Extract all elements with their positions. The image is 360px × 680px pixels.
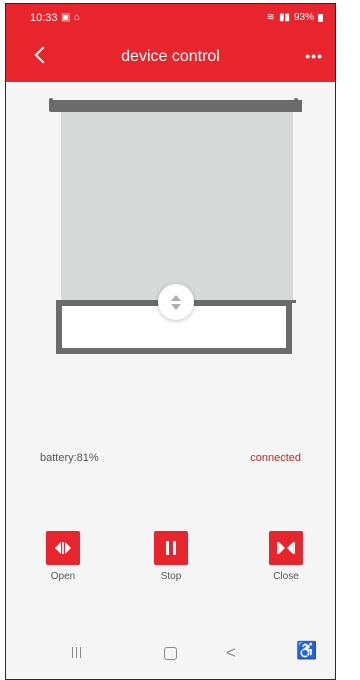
curtain-rod-right-cap [294,98,298,112]
accessibility-icon[interactable]: ♿ [296,641,317,661]
wifi-icon: ≋ [266,12,275,23]
home-button-icon[interactable] [164,647,177,660]
arrow-down-icon [171,303,181,310]
close-curtain-icon [277,542,295,554]
open-control: Open [33,531,93,582]
stop-button[interactable] [154,531,188,565]
connection-status: connected [250,452,301,464]
image-notification-icon: ▣ [61,12,71,23]
battery-percent: 93% [293,12,314,23]
open-label: Open [50,571,76,582]
signal-icon: ▮▮ [278,12,290,23]
nav-back-icon[interactable]: < [226,643,236,663]
stop-label: Stop [160,571,182,582]
curtain-rod [52,100,302,112]
status-right: ≋ ▮▮ 93% [267,12,323,23]
close-control: Close [256,531,316,582]
pause-icon [166,541,176,555]
close-button[interactable] [269,531,303,565]
curtain-drag-handle[interactable] [158,284,194,320]
status-time: 10:33 [30,12,58,24]
open-curtain-icon [55,542,71,554]
device-battery: battery:81% [40,452,99,464]
arrow-up-icon [171,294,181,301]
home-notification-icon: ⌂ [74,12,81,23]
battery-icon [318,13,323,22]
stop-control: Stop [141,531,201,582]
more-options-button[interactable]: ••• [305,48,323,64]
recent-apps-icon[interactable] [72,647,81,658]
phone-screen: 10:33 ▣ ⌂ ≋ ▮▮ 93% device control ••• ba… [5,3,336,680]
curtain-rod-left-cap [49,98,53,112]
status-bar: 10:33 ▣ ⌂ ≋ ▮▮ 93% [6,4,335,34]
close-label: Close [273,571,299,582]
curtain-shade [61,112,293,302]
system-nav-bar: < ♿ [6,631,335,679]
app-header: 10:33 ▣ ⌂ ≋ ▮▮ 93% device control ••• [6,4,335,82]
page-title: device control [121,48,220,65]
open-button[interactable] [46,531,80,565]
